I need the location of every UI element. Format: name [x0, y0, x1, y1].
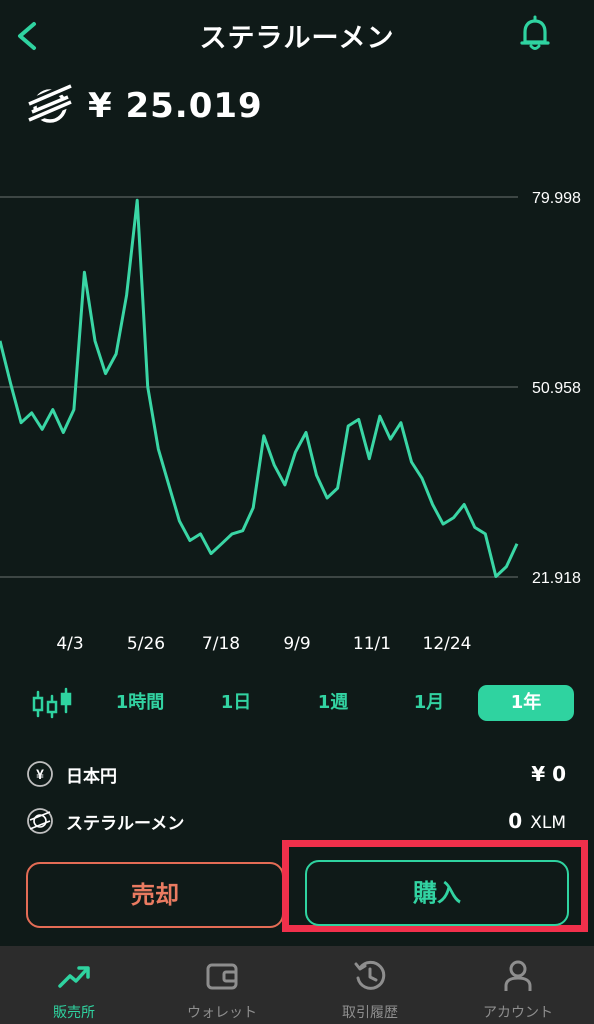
price-row: ¥ 25.019: [26, 80, 263, 132]
bell-icon[interactable]: [518, 14, 552, 54]
candlestick-icon[interactable]: [30, 686, 74, 720]
svg-text:¥: ¥: [36, 766, 44, 782]
y-axis-label: 79.998: [532, 190, 581, 207]
asset-unit: XLM: [530, 813, 566, 833]
tab-history[interactable]: 取引履歴: [296, 946, 444, 1024]
x-axis-labels: 4/3 5/26 7/18 9/9 11/1 12/24: [0, 634, 594, 660]
stellar-logo-icon: [27, 82, 73, 125]
asset-balance: 0 XLM: [508, 809, 566, 833]
y-axis-label: 21.918: [532, 570, 581, 587]
period-1y[interactable]: 1年: [478, 685, 574, 721]
trend-up-icon: [58, 966, 90, 988]
bottom-tab-bar: 販売所 ウォレット 取引履歴 アカウント: [0, 946, 594, 1024]
period-1d[interactable]: 1日: [221, 685, 252, 721]
wallet-icon: [206, 963, 238, 990]
page-title: ステラルーメン: [199, 23, 395, 54]
asset-balance: ¥ 0: [531, 762, 566, 786]
tab-label: ウォレット: [187, 1005, 257, 1021]
current-price: ¥ 25.019: [88, 86, 263, 126]
tab-wallet[interactable]: ウォレット: [148, 946, 296, 1024]
period-1m[interactable]: 1月: [414, 685, 445, 721]
x-axis-label: 4/3: [56, 634, 84, 654]
asset-name: 日本円: [66, 766, 117, 787]
x-axis-label: 7/18: [201, 634, 241, 654]
price-chart[interactable]: 79.998 50.958 21.918: [0, 180, 594, 600]
history-icon: [354, 960, 386, 990]
y-axis-label: 50.958: [532, 380, 581, 397]
asset-row-jpy: ¥ 日本円 ¥ 0: [26, 758, 570, 790]
period-1h[interactable]: 1時間: [116, 685, 165, 721]
tab-label: 取引履歴: [342, 1005, 398, 1021]
header: ステラルーメン: [0, 0, 594, 72]
x-axis-label: 9/9: [283, 634, 311, 654]
asset-row-xlm: ステラルーメン 0 XLM: [26, 805, 570, 837]
buy-button[interactable]: 購入: [305, 860, 569, 926]
tab-label: 販売所: [53, 1005, 95, 1021]
stellar-logo-icon: [27, 808, 53, 834]
asset-name: ステラルーメン: [66, 813, 185, 834]
price-series-line: [0, 198, 519, 578]
yen-icon: ¥: [27, 761, 53, 787]
sell-button[interactable]: 売却: [26, 862, 284, 928]
x-axis-label: 12/24: [422, 634, 472, 654]
tab-account[interactable]: アカウント: [444, 946, 592, 1024]
x-axis-label: 5/26: [126, 634, 166, 654]
period-1w[interactable]: 1週: [318, 685, 349, 721]
period-selector: 1時間 1日 1週 1月 1年: [0, 680, 594, 726]
tab-label: アカウント: [483, 1005, 553, 1021]
person-icon: [504, 960, 532, 991]
x-axis-label: 11/1: [352, 634, 392, 654]
tab-exchange[interactable]: 販売所: [0, 946, 148, 1024]
